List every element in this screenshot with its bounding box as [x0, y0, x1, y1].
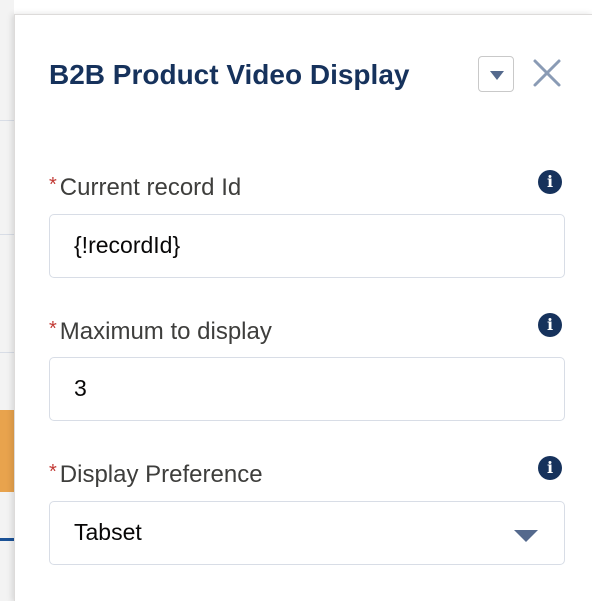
page: B2B Product Video Display * Current recor…	[0, 0, 592, 601]
field-label-text: Maximum to display	[59, 318, 272, 345]
maximum-to-display-input[interactable]: 3	[49, 357, 565, 421]
background-blue-bar	[0, 538, 14, 541]
display-preference-value: Tabset	[74, 519, 142, 545]
background-divider	[0, 120, 14, 121]
chevron-down-icon	[514, 530, 538, 542]
display-preference-select[interactable]: Tabset	[49, 501, 565, 565]
background-divider	[0, 352, 14, 353]
background-accent	[0, 410, 14, 492]
close-icon	[533, 59, 561, 87]
field-label-text: Display Preference	[59, 461, 263, 488]
required-indicator: *	[49, 461, 57, 483]
info-icon[interactable]: i	[538, 170, 562, 194]
maximum-to-display-label: * Maximum to display	[49, 314, 272, 347]
required-indicator: *	[49, 318, 57, 340]
panel-menu-button[interactable]	[478, 56, 514, 92]
display-preference-label: * Display Preference	[49, 457, 263, 490]
current-record-id-label: * Current record Id	[49, 170, 241, 203]
field-label-text: Current record Id	[59, 174, 242, 201]
background-app	[0, 0, 14, 601]
current-record-id-input[interactable]: {!recordId}	[49, 214, 565, 278]
panel-title: B2B Product Video Display	[49, 59, 410, 90]
info-icon[interactable]: i	[538, 456, 562, 480]
component-properties-panel: B2B Product Video Display * Current recor…	[14, 14, 592, 601]
info-icon[interactable]: i	[538, 313, 562, 337]
chevron-down-icon	[490, 71, 504, 80]
close-button[interactable]	[529, 55, 565, 91]
background-divider	[0, 234, 14, 235]
required-indicator: *	[49, 174, 57, 196]
